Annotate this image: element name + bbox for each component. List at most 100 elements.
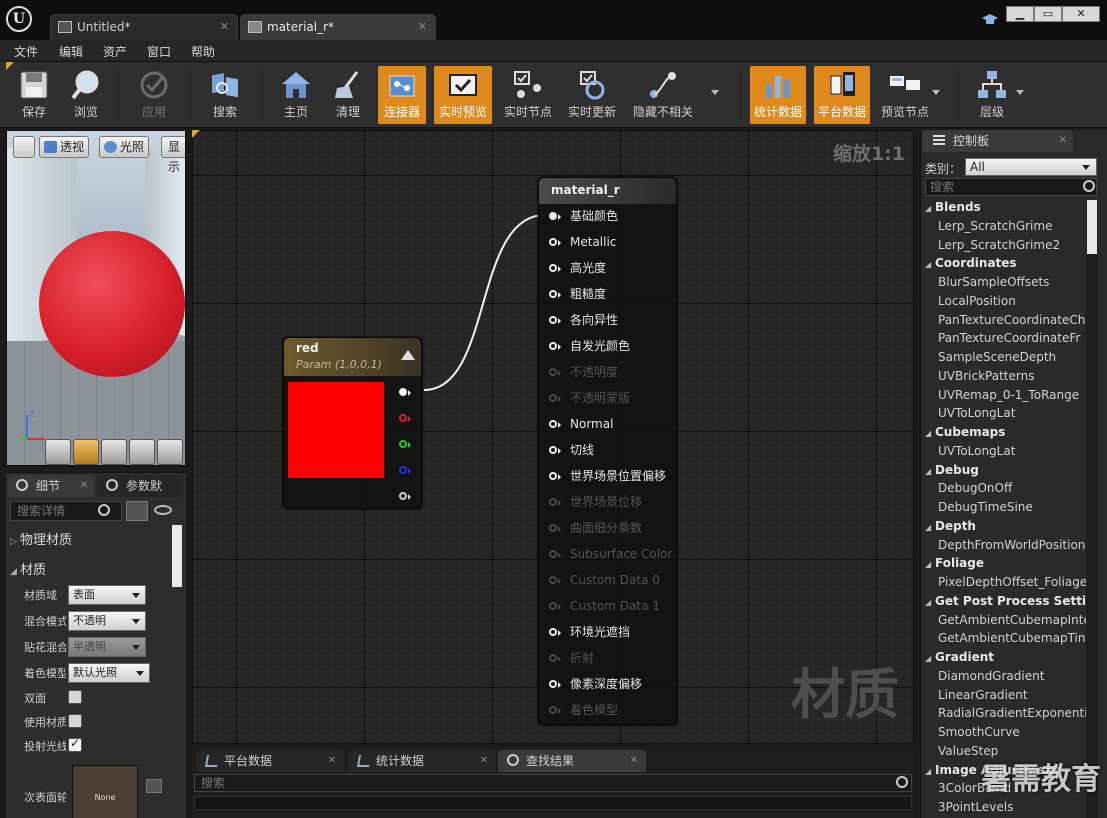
node-header[interactable]: material_r xyxy=(539,178,676,204)
expand-triangle-icon[interactable]: ◢ xyxy=(925,650,935,667)
graduation-cap-icon[interactable] xyxy=(982,13,998,27)
input-pin-icon[interactable] xyxy=(549,446,561,456)
apply-button[interactable]: 应用 xyxy=(130,66,178,124)
expand-triangle-icon[interactable]: ◢ xyxy=(925,519,935,536)
material-graph[interactable]: 缩放1:1 材质 red Param (1,0,0,1) material_r … xyxy=(192,130,914,744)
input-pin-icon[interactable] xyxy=(549,576,561,586)
menu-edit[interactable]: 编辑 xyxy=(59,43,83,60)
palette-category[interactable]: ◢ Foliage xyxy=(921,554,1089,573)
input-pin-row[interactable]: 折射 xyxy=(549,650,594,666)
input-pin-icon[interactable] xyxy=(549,706,561,716)
tab-details[interactable]: 细节 ✕ xyxy=(8,475,94,497)
clean-button[interactable]: 清理 xyxy=(324,66,372,124)
teapot-shape-button[interactable] xyxy=(157,439,183,465)
palette-item[interactable]: RadialGradientExponenti xyxy=(921,704,1089,723)
preview-viewport[interactable]: 透视 光照 显示 Z xyxy=(6,130,186,466)
expand-triangle-icon[interactable]: ◢ xyxy=(925,763,935,780)
output-pin-rgb[interactable] xyxy=(399,388,411,398)
input-pin-icon[interactable] xyxy=(549,654,561,664)
palette-category[interactable]: ◢ Blends xyxy=(921,198,1089,217)
category-select[interactable]: All xyxy=(965,158,1097,176)
input-pin-icon[interactable] xyxy=(549,238,561,248)
category-material[interactable]: ◢ 材质 xyxy=(10,559,46,578)
platform-stats-button[interactable]: 平台数据 xyxy=(814,66,870,124)
palette-item[interactable]: Lerp_ScratchGrime2 xyxy=(921,236,1089,255)
find-results-search-input[interactable] xyxy=(194,774,912,792)
palette-category[interactable]: ◢ Debug xyxy=(921,461,1089,480)
input-pin-row[interactable]: Metallic xyxy=(549,234,616,250)
tab-platform-stats[interactable]: 平台数据 ✕ xyxy=(196,750,344,772)
preview-node-button[interactable]: 预览节点 xyxy=(876,66,934,124)
input-pin-row[interactable]: 基础颜色 xyxy=(549,208,618,224)
live-preview-button[interactable]: 实时预览 xyxy=(434,66,492,124)
input-pin-row[interactable]: 粗糙度 xyxy=(549,286,606,302)
palette-item[interactable]: SmoothCurve xyxy=(921,723,1089,742)
tab-parameter-defaults[interactable]: 参数默 xyxy=(98,475,182,497)
input-pin-row[interactable]: 曲面细分乘数 xyxy=(549,520,642,536)
input-pin-row[interactable]: 世界场景位置偏移 xyxy=(549,468,666,484)
close-tab-icon[interactable]: ✕ xyxy=(220,15,229,39)
palette-category[interactable]: ◢ Gradient xyxy=(921,648,1089,667)
sphere-shape-button[interactable] xyxy=(73,439,99,465)
input-pin-row[interactable]: 像素深度偏移 xyxy=(549,676,642,692)
subsurface-profile-thumbnail[interactable]: None xyxy=(72,765,138,818)
input-pin-icon[interactable] xyxy=(549,628,561,638)
lit-button[interactable]: 光照 xyxy=(99,136,150,158)
expand-triangle-icon[interactable]: ◢ xyxy=(925,594,935,611)
menu-file[interactable]: 文件 xyxy=(14,43,38,60)
details-scrollbar[interactable] xyxy=(172,525,182,587)
palette-item[interactable]: DebugOnOff xyxy=(921,479,1089,498)
cube-shape-button[interactable] xyxy=(129,439,155,465)
palette-item[interactable]: DebugTimeSine xyxy=(921,498,1089,517)
chevron-down-icon[interactable] xyxy=(711,90,719,95)
input-pin-icon[interactable] xyxy=(549,212,561,222)
palette-item[interactable]: GetAmbientCubemapTint xyxy=(921,629,1089,648)
menu-asset[interactable]: 资产 xyxy=(103,43,127,60)
input-pin-row[interactable]: Custom Data 0 xyxy=(549,572,660,588)
two-sided-checkbox[interactable] xyxy=(68,690,82,704)
cast-ray-traced-shadows-checkbox[interactable] xyxy=(68,736,82,752)
palette-item[interactable]: DepthFromWorldPosition xyxy=(921,536,1089,555)
input-pin-icon[interactable] xyxy=(549,368,561,378)
minimize-button[interactable]: ▁ xyxy=(1006,6,1034,22)
menu-help[interactable]: 帮助 xyxy=(191,43,215,60)
plane-shape-button[interactable] xyxy=(101,439,127,465)
input-pin-icon[interactable] xyxy=(549,602,561,612)
browse-button[interactable]: 浏览 xyxy=(62,66,110,124)
palette-item[interactable]: GetAmbientCubemapInte xyxy=(921,611,1089,630)
input-pin-row[interactable]: Custom Data 1 xyxy=(549,598,660,614)
tab-material[interactable]: material_r* ✕ xyxy=(240,14,436,40)
show-button[interactable]: 显示 xyxy=(161,136,185,174)
close-tab-icon[interactable]: ✕ xyxy=(1059,130,1067,152)
hide-unrelated-button[interactable]: 隐藏不相关 xyxy=(628,66,698,124)
expand-triangle-icon[interactable]: ◢ xyxy=(925,556,935,573)
palette-item[interactable]: UVToLongLat xyxy=(921,442,1089,461)
input-pin-row[interactable]: 不透明蒙版 xyxy=(549,390,630,406)
input-pin-icon[interactable] xyxy=(549,290,561,300)
vector-parameter-node[interactable]: red Param (1,0,0,1) xyxy=(283,337,422,509)
palette-item[interactable]: SampleSceneDepth xyxy=(921,348,1089,367)
chevron-down-icon[interactable] xyxy=(1016,90,1024,95)
input-pin-row[interactable]: 世界场景位移 xyxy=(549,494,642,510)
input-pin-icon[interactable] xyxy=(549,342,561,352)
input-pin-icon[interactable] xyxy=(549,394,561,404)
input-pin-icon[interactable] xyxy=(549,316,561,326)
expand-triangle-icon[interactable]: ◢ xyxy=(925,425,935,442)
use-material-attributes-checkbox[interactable] xyxy=(68,714,82,728)
menu-window[interactable]: 窗口 xyxy=(147,43,171,60)
collapse-triangle-icon[interactable] xyxy=(401,350,415,360)
palette-item[interactable]: LocalPosition xyxy=(921,292,1089,311)
input-pin-row[interactable]: 自发光颜色 xyxy=(549,338,630,354)
palette-item[interactable]: PanTextureCoordinateFr xyxy=(921,329,1089,348)
close-tab-icon[interactable]: ✕ xyxy=(630,750,638,772)
tab-palette[interactable]: 控制板 ✕ xyxy=(923,130,1073,152)
save-button[interactable]: 保存 xyxy=(10,66,58,124)
input-pin-icon[interactable] xyxy=(549,420,561,430)
live-update-button[interactable]: 实时更新 xyxy=(562,66,622,124)
home-button[interactable]: 主页 xyxy=(272,66,320,124)
input-pin-icon[interactable] xyxy=(549,498,561,508)
shading-model-select[interactable]: 默认光照 xyxy=(68,663,150,683)
palette-item[interactable]: UVRemap_0-1_ToRange xyxy=(921,386,1089,405)
stats-button[interactable]: 统计数据 xyxy=(750,66,806,124)
decal-blend-select[interactable]: 半透明 xyxy=(68,637,146,657)
